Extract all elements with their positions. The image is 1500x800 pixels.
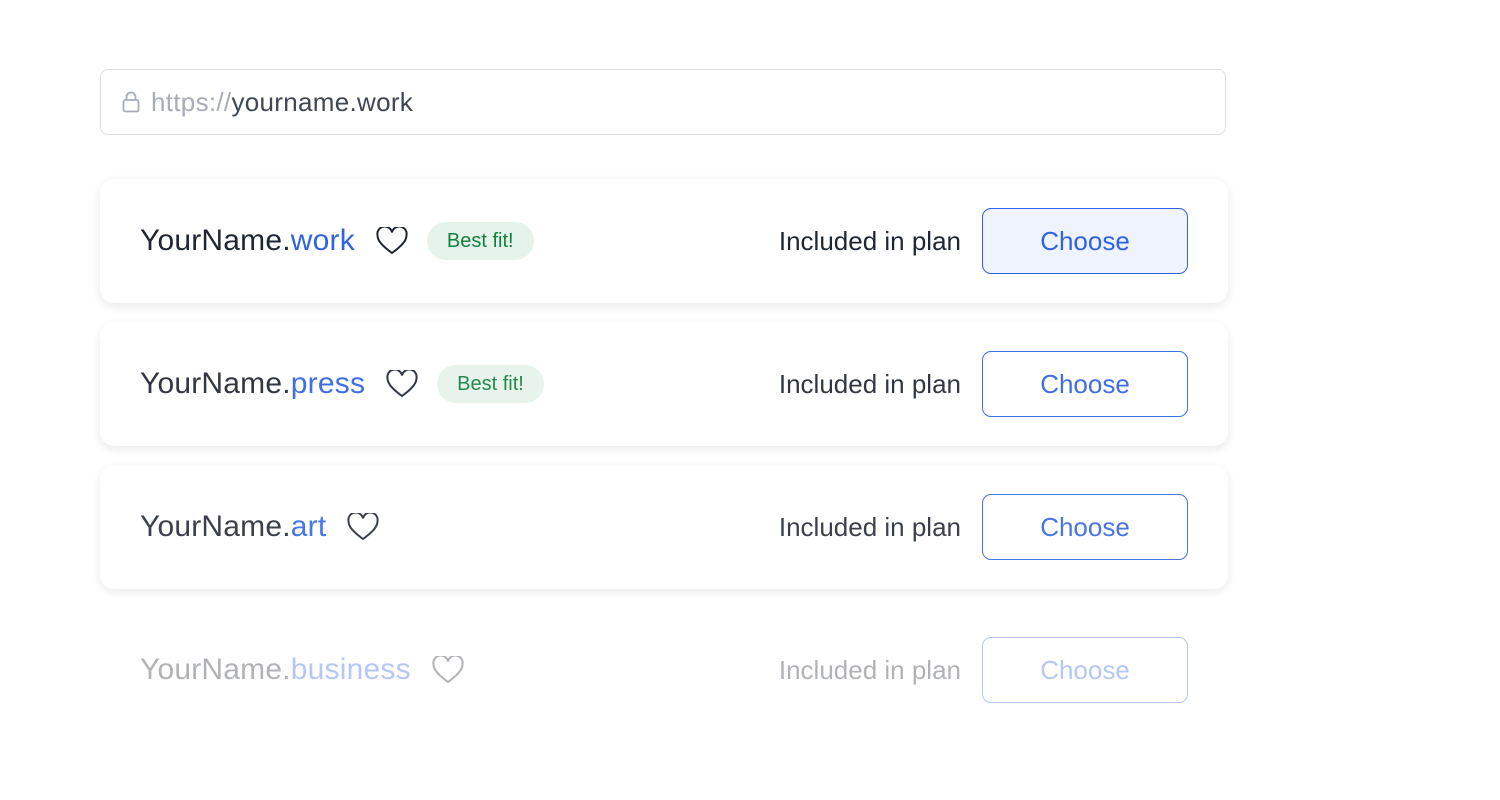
best-fit-badge: Best fit! [437,365,544,403]
domain-row-business: YourName.business Included in plan Choos… [100,608,1228,732]
choose-button[interactable]: Choose [982,494,1188,560]
choose-button[interactable]: Choose [982,208,1188,274]
domain-tld: art [290,510,327,543]
heart-icon[interactable] [346,512,380,542]
heart-icon[interactable] [375,226,409,256]
domain-name: YourName.work [140,224,355,257]
price-label: Included in plan [778,225,961,256]
best-fit-badge: Best fit! [426,222,534,260]
url-scheme: https:// [151,86,232,117]
choose-button[interactable]: Choose [982,351,1188,417]
domain-tld: press [290,367,366,400]
domain-picker: https:// yourname.work YourName.work Bes… [0,0,1500,800]
lock-icon [121,90,141,114]
price-label: Included in plan [778,368,961,399]
domain-list: YourName.work Best fit! Included in plan… [100,179,1228,751]
domain-tld: work [290,224,355,257]
url-bar[interactable]: https:// yourname.work [100,69,1226,135]
heart-icon[interactable] [385,369,419,399]
price-label: Included in plan [778,511,961,542]
heart-icon[interactable] [431,655,465,685]
domain-name: YourName.art [140,510,327,543]
domain-row-press: YourName.press Best fit! Included in pla… [100,322,1228,446]
choose-button[interactable]: Choose [982,637,1188,703]
domain-name: YourName.business [140,653,411,686]
domain-tld: business [290,653,411,686]
domain-row-work: YourName.work Best fit! Included in plan… [100,179,1228,303]
domain-name: YourName.press [140,367,366,400]
price-label: Included in plan [778,654,961,685]
url-host: yourname.work [231,86,414,117]
domain-row-art: YourName.art Included in plan Choose [100,465,1228,589]
